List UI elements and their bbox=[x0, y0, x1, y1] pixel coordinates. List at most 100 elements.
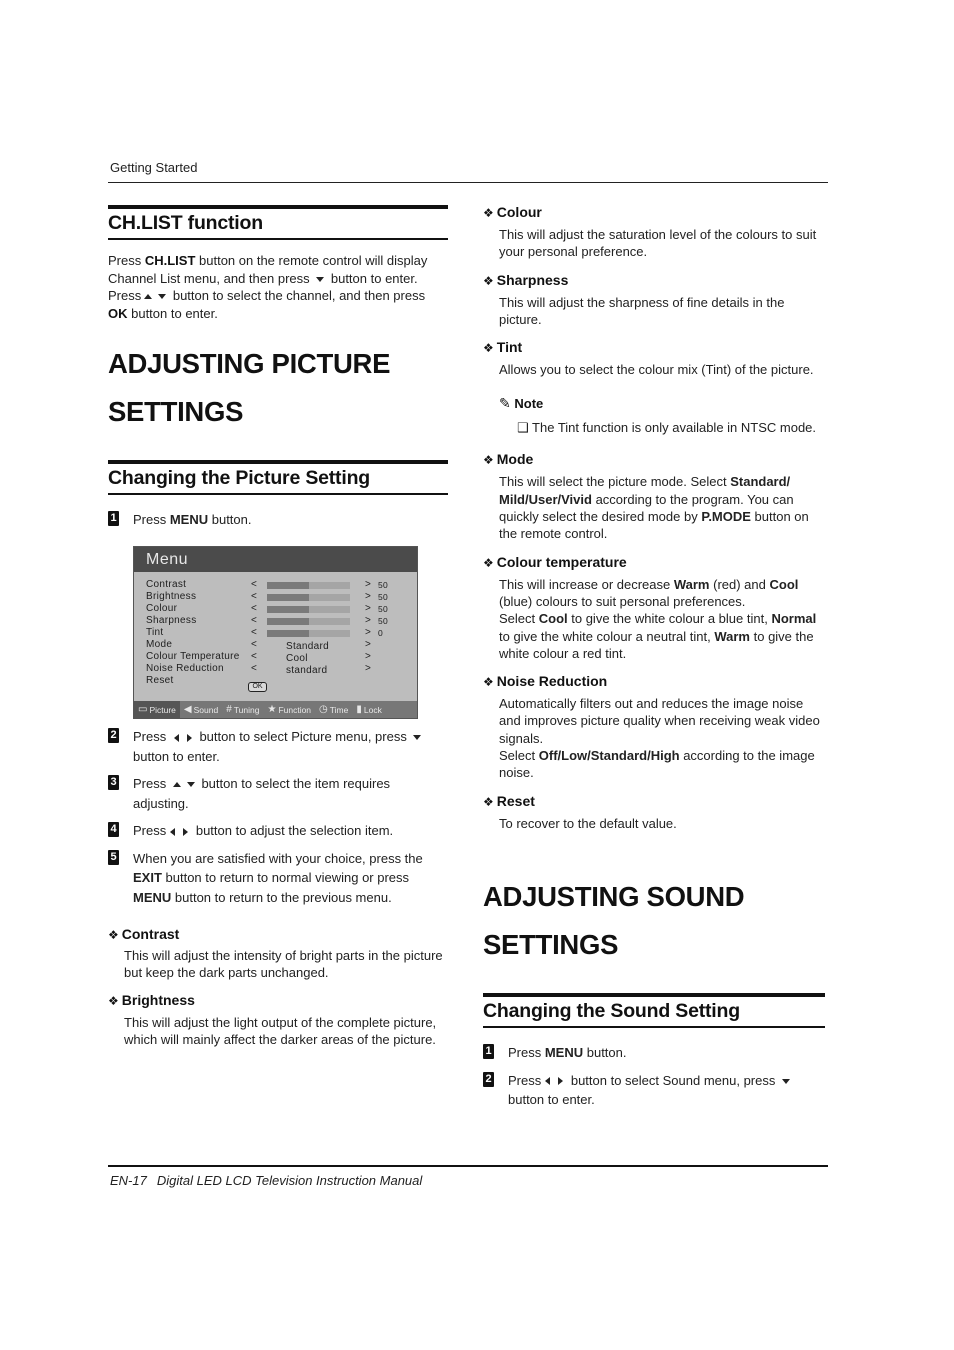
tv-menu-screenshot: Menu Contrast < > 50 Brightness < > 50 C… bbox=[133, 546, 418, 719]
left-arrow-icon bbox=[173, 733, 179, 742]
sound-title: ADJUSTING SOUND SETTINGS bbox=[483, 873, 825, 969]
text: Press bbox=[133, 776, 170, 791]
diamond-bullet-icon: ❖ bbox=[483, 555, 494, 570]
chlist-paragraph: Press CH.LIST button on the remote contr… bbox=[108, 252, 448, 322]
right-arrow: > bbox=[365, 663, 372, 674]
bold-text: P.MODE bbox=[701, 509, 751, 525]
level-bar bbox=[267, 594, 350, 601]
left-arrow: < bbox=[251, 639, 258, 650]
tv-menu-row: Tint < > 0 bbox=[146, 627, 411, 639]
row-label: Reset bbox=[146, 675, 174, 686]
feature-reset-body: To recover to the default value. bbox=[499, 815, 677, 831]
text: button to enter. bbox=[127, 305, 218, 321]
text: Press bbox=[133, 512, 170, 527]
picture-title: ADJUSTING PICTURE SETTINGS bbox=[108, 340, 448, 436]
row-value: 50 bbox=[378, 580, 389, 590]
bold-text: MENU bbox=[133, 889, 172, 905]
right-arrow: > bbox=[365, 615, 372, 626]
tv-menu-title: Menu bbox=[134, 547, 417, 572]
text: button to return to the previous menu. bbox=[171, 889, 392, 905]
title-line: ADJUSTING PICTURE bbox=[108, 348, 391, 379]
level-bar bbox=[267, 582, 350, 589]
tv-menu-row: Sharpness < > 50 bbox=[146, 615, 411, 627]
tv-menu-tabs: ▭ Picture ◀ Sound # Tuning ★ Function ◷ Time … bbox=[134, 701, 417, 718]
tv-tab-sound: ◀ Sound bbox=[180, 701, 222, 718]
row-label: Noise Reduction bbox=[146, 663, 224, 674]
row-value: 0 bbox=[378, 628, 384, 638]
left-arrow: < bbox=[251, 603, 258, 614]
down-arrow-icon bbox=[316, 276, 325, 282]
text: button to enter. bbox=[327, 270, 418, 286]
text: button to adjust the selection item. bbox=[192, 823, 394, 838]
header-rule bbox=[108, 182, 828, 183]
text: to give the white colour a neutral tint, bbox=[499, 628, 715, 644]
bold-text: OK bbox=[108, 305, 128, 321]
lock-icon: ▮ bbox=[356, 704, 362, 715]
right-arrow: > bbox=[365, 591, 372, 602]
bold-text: Warm bbox=[714, 628, 750, 644]
tv-menu-row: Contrast < > 50 bbox=[146, 579, 411, 591]
feature-mode-body: This will select the picture mode. Selec… bbox=[483, 473, 825, 542]
feature-colour-body: This will adjust the saturation level of… bbox=[499, 227, 817, 260]
running-head: Getting Started bbox=[110, 160, 198, 175]
row-label: Colour bbox=[146, 603, 178, 614]
text: button to select the channel, and then p… bbox=[169, 288, 426, 303]
feature-noise-title: ❖ Noise Reduction bbox=[483, 672, 825, 691]
sound-step-2: 2 Press button to select Sound menu, pres… bbox=[483, 1071, 825, 1110]
tv-menu-row: Colour Temperature < Cool > bbox=[146, 651, 411, 664]
step-number-badge: 3 bbox=[108, 775, 119, 790]
bold-text: Off/Low/Standard/High bbox=[538, 748, 680, 764]
feature-tint-title: ❖ Tint bbox=[483, 338, 825, 357]
diamond-bullet-icon: ❖ bbox=[483, 341, 494, 356]
feature-sharpness-body: This will adjust the sharpness of fine d… bbox=[499, 294, 785, 327]
text: Press bbox=[108, 288, 142, 303]
note-item: ❑ The Tint function is only available in… bbox=[483, 420, 825, 436]
tab-label: Picture bbox=[149, 704, 176, 715]
step-number-badge: 5 bbox=[108, 849, 119, 865]
text: Press bbox=[133, 729, 170, 744]
tv-menu-row: Colour < > 50 bbox=[146, 603, 411, 615]
picture-step-4: 4 Press button to adjust the selection it… bbox=[108, 821, 448, 841]
tv-menu-row: Mode < Standard > bbox=[146, 639, 411, 652]
left-features: ❖ Contrast This will adjust the intensity… bbox=[108, 925, 448, 1048]
text: button to select the item requires adjus… bbox=[133, 776, 391, 811]
right-arrow-icon bbox=[558, 1077, 564, 1086]
right-arrow: > bbox=[365, 603, 372, 614]
down-arrow-icon bbox=[158, 294, 167, 300]
sound-subheading-block: Changing the Sound Setting bbox=[483, 993, 825, 1028]
level-fill bbox=[267, 618, 309, 625]
feature-contrast-body: This will adjust the intensity of bright… bbox=[124, 948, 443, 981]
text: Contrast bbox=[121, 926, 180, 942]
tv-menu-body: Contrast < > 50 Brightness < > 50 Colour… bbox=[134, 572, 417, 701]
row-label: Mode bbox=[146, 639, 173, 650]
feature-brightness-body: This will adjust the light output of the… bbox=[124, 1014, 437, 1047]
tv-menu-row: Reset bbox=[146, 675, 411, 687]
step-number-badge: 2 bbox=[483, 1071, 494, 1087]
right-arrow-icon bbox=[183, 827, 189, 836]
row-label: Contrast bbox=[146, 579, 187, 590]
text: (blue) colours to suit personal preferen… bbox=[499, 593, 746, 609]
level-bar bbox=[267, 630, 350, 637]
note-heading: ✎ Note bbox=[483, 395, 825, 412]
left-arrow-icon bbox=[545, 1077, 551, 1086]
picture-step-2: 2 Press button to select Picture menu, pr… bbox=[108, 727, 448, 766]
diamond-bullet-icon: ❖ bbox=[108, 928, 119, 942]
right-arrow: > bbox=[365, 651, 372, 662]
row-label: Brightness bbox=[146, 591, 197, 602]
down-arrow-icon bbox=[781, 1078, 790, 1084]
down-arrow-icon bbox=[186, 782, 195, 788]
text: Press bbox=[508, 1072, 542, 1088]
feature-sharpness-title: ❖ Sharpness bbox=[483, 271, 825, 290]
feature-tint-body: Allows you to select the colour mix (Tin… bbox=[499, 362, 814, 378]
diamond-bullet-icon: ❖ bbox=[483, 794, 494, 809]
title-line: ADJUSTING SOUND bbox=[483, 881, 745, 912]
up-arrow-icon bbox=[144, 294, 153, 300]
sound-steps: 1 Press MENU button. 2 Press button to sel… bbox=[483, 1043, 825, 1110]
feature-mode-title: ❖ Mode bbox=[483, 450, 825, 469]
text: Brightness bbox=[121, 991, 195, 1008]
bold-text: MENU bbox=[169, 512, 209, 527]
level-fill bbox=[267, 594, 309, 601]
bold-text: CH.LIST bbox=[144, 253, 196, 268]
text: button to enter. bbox=[133, 748, 220, 764]
ok-button: OK bbox=[248, 682, 267, 692]
